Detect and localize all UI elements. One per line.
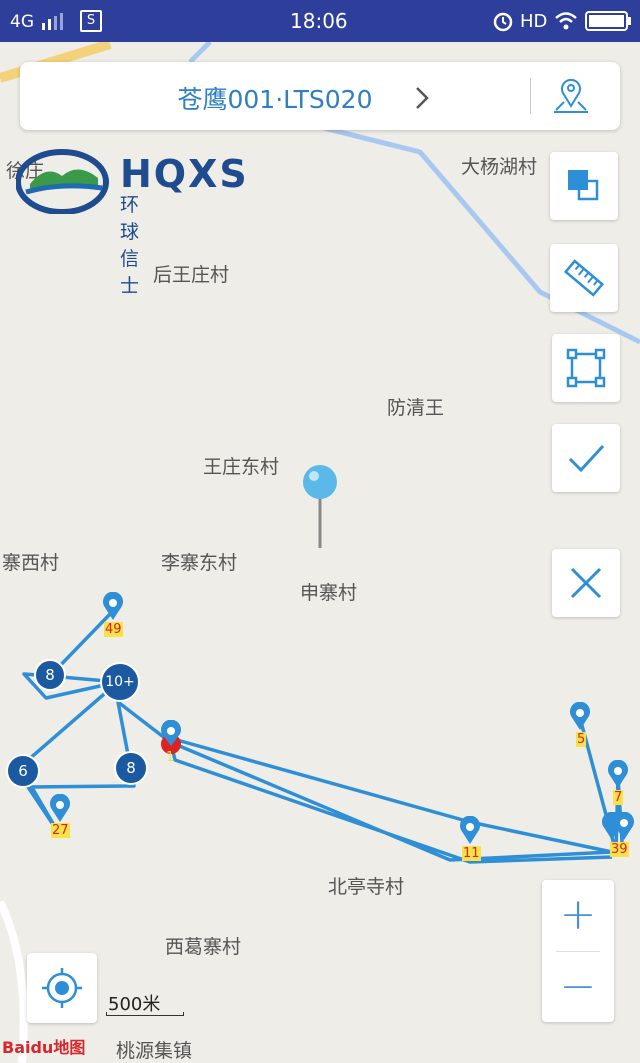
location-marker-icon[interactable] xyxy=(602,812,636,844)
wifi-icon xyxy=(555,12,577,30)
location-marker-icon[interactable] xyxy=(48,794,72,824)
crosshair-icon xyxy=(42,968,82,1008)
chevron-right-icon[interactable] xyxy=(414,86,430,110)
device-title[interactable]: 苍鹰001·LTS020 xyxy=(20,80,530,116)
marker-label: 11 xyxy=(462,846,481,861)
marker-label: 27 xyxy=(51,823,70,838)
battery-icon xyxy=(585,11,631,31)
layers-icon xyxy=(568,170,599,201)
sim-badge: S xyxy=(80,10,102,32)
alarm-icon xyxy=(493,12,513,32)
locate-me-button[interactable] xyxy=(27,953,97,1023)
network-label: 4G xyxy=(10,12,34,32)
marker-label: 39 xyxy=(610,842,629,857)
header-divider xyxy=(530,78,531,114)
logo-subtitle: 环球信士 xyxy=(120,194,146,297)
check-icon xyxy=(568,444,605,473)
marker-label: 1 xyxy=(166,750,175,765)
close-button[interactable] xyxy=(552,549,620,617)
logo-emblem xyxy=(15,149,109,215)
cluster-marker[interactable]: 8 xyxy=(114,751,148,785)
clock: 18:06 xyxy=(290,9,348,33)
confirm-button[interactable] xyxy=(552,424,620,492)
cluster-marker[interactable]: 10+ xyxy=(100,662,140,702)
location-marker-icon[interactable] xyxy=(101,592,125,622)
area-select-button[interactable] xyxy=(552,334,620,402)
location-marker-icon[interactable] xyxy=(568,702,592,732)
cluster-marker[interactable]: 8 xyxy=(34,659,66,691)
cluster-marker[interactable]: 6 xyxy=(6,754,40,788)
status-bar: 4G S 18:06 HD xyxy=(0,0,640,42)
baidu-logo: Baidu地图 xyxy=(2,1038,86,1057)
measure-button[interactable] xyxy=(550,244,618,312)
zoom-in-button[interactable]: + xyxy=(542,880,614,950)
location-marker-icon[interactable] xyxy=(458,816,482,846)
hd-label: HD xyxy=(520,11,548,32)
map-pin-icon[interactable] xyxy=(550,76,592,116)
scale-bar xyxy=(106,1012,184,1016)
location-marker-icon[interactable] xyxy=(606,760,630,790)
zoom-control: + − xyxy=(542,880,614,1022)
signal-icon xyxy=(42,13,63,30)
marker-label: 7 xyxy=(613,790,624,805)
marker-label: 49 xyxy=(104,622,123,637)
zoom-out-button[interactable]: − xyxy=(542,952,614,1022)
company-logo: HQXS 环球信士 xyxy=(15,148,247,297)
layers-button[interactable] xyxy=(550,152,618,220)
device-header-card[interactable]: 苍鹰001·LTS020 xyxy=(20,62,620,130)
close-icon xyxy=(570,567,602,599)
select-area-icon xyxy=(566,348,606,388)
ruler-icon xyxy=(564,259,604,297)
center-pin-icon[interactable] xyxy=(298,462,358,552)
marker-label: 5 xyxy=(576,732,587,747)
